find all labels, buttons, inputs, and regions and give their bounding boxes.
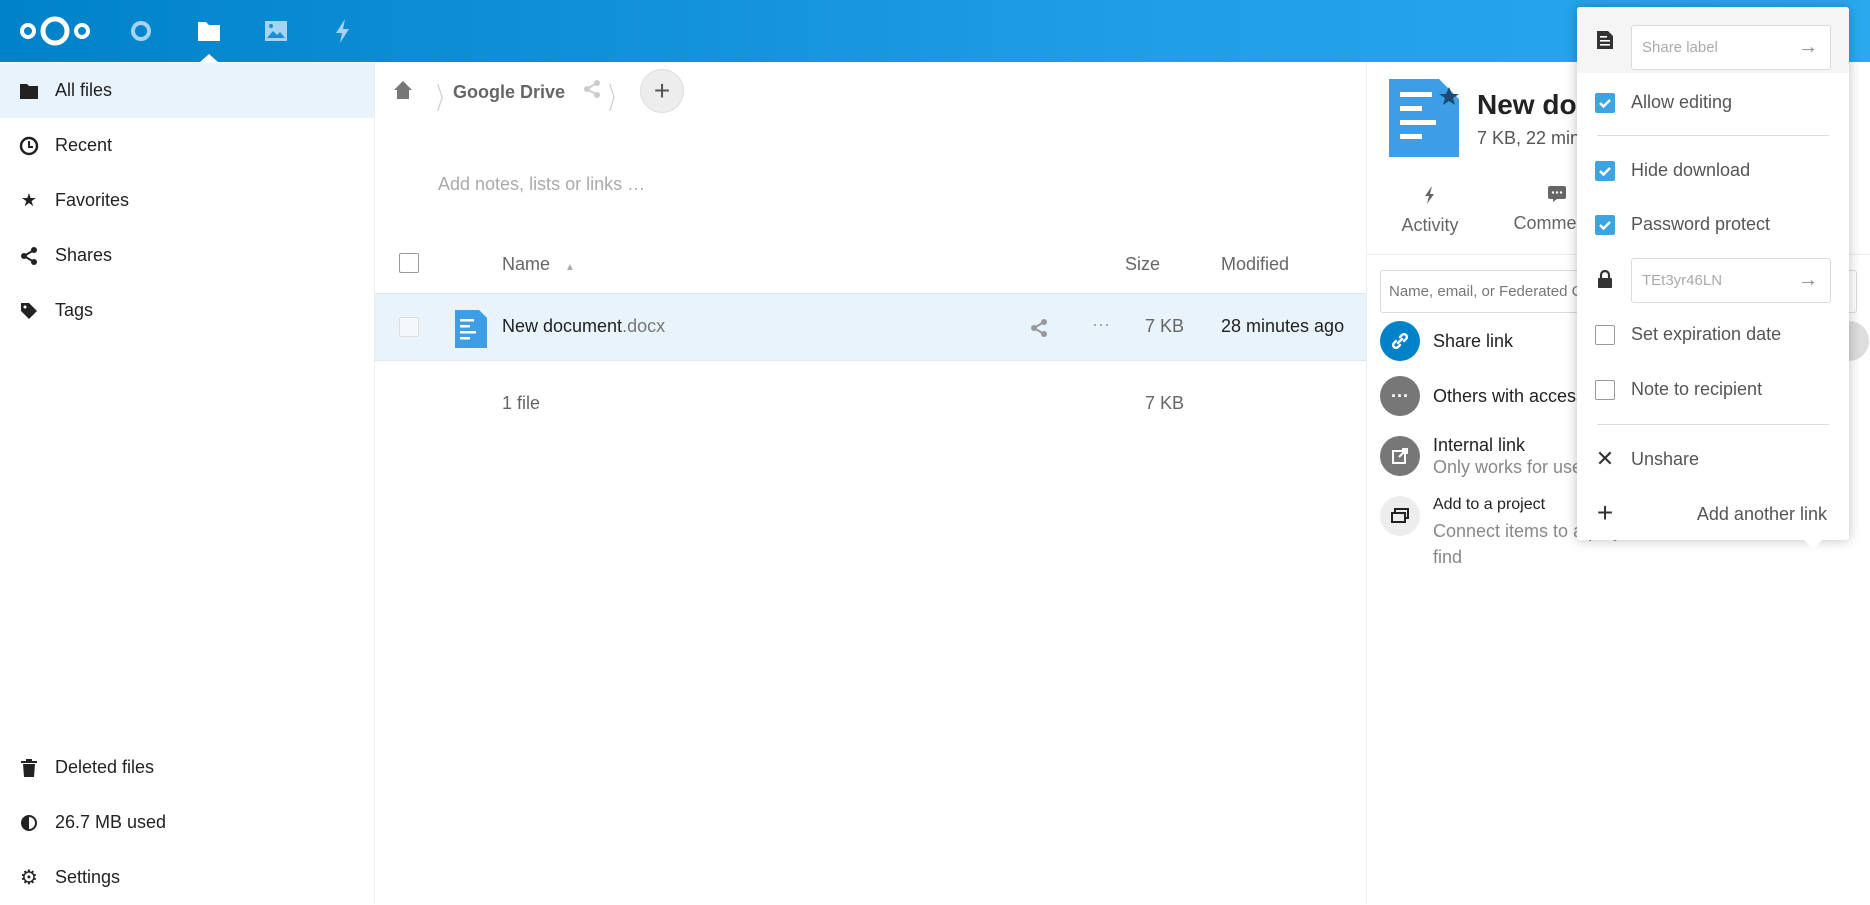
sidebar-item-label: Recent bbox=[55, 135, 113, 155]
summary-size: 7 KB bbox=[1144, 393, 1184, 413]
active-app-indicator bbox=[200, 54, 218, 62]
allow-editing-checkbox[interactable] bbox=[1595, 93, 1615, 113]
internal-link-title[interactable]: Internal link bbox=[1433, 435, 1525, 456]
close-icon: ✕ bbox=[1595, 446, 1615, 471]
password-input[interactable]: TEt3yr46LN → bbox=[1631, 258, 1831, 303]
sidebar-item-all-files[interactable]: All files bbox=[0, 63, 374, 118]
check-icon bbox=[1599, 99, 1611, 109]
arrow-right-icon[interactable]: → bbox=[1798, 269, 1818, 292]
trash-icon bbox=[18, 757, 40, 779]
link-icon bbox=[1380, 321, 1420, 361]
column-modified-header[interactable]: Modified bbox=[1221, 254, 1289, 275]
breadcrumb-google-drive[interactable]: Google Drive bbox=[453, 82, 565, 103]
gear-icon: ⚙ bbox=[20, 867, 38, 889]
column-name-header[interactable]: Name ▲ bbox=[502, 254, 575, 275]
share-label-input[interactable]: Share label → bbox=[1631, 25, 1831, 70]
add-to-project-title[interactable]: Add to a project bbox=[1433, 496, 1545, 514]
rich-workspace-placeholder[interactable]: Add notes, lists or links … bbox=[438, 174, 645, 195]
breadcrumb-separator: 〉 bbox=[436, 83, 452, 116]
expiration-date-label[interactable]: Set expiration date bbox=[1631, 324, 1781, 345]
password-protect-label[interactable]: Password protect bbox=[1631, 214, 1770, 235]
sidebar-item-recent[interactable]: Recent bbox=[0, 118, 374, 173]
add-another-link-button[interactable]: Add another link bbox=[1697, 504, 1827, 525]
breadcrumb-share-icon[interactable] bbox=[583, 80, 601, 103]
sidebar-item-label: 26.7 MB used bbox=[55, 812, 167, 832]
projects-icon bbox=[1380, 496, 1420, 536]
file-row[interactable]: New document.docx ··· 7 KB 28 minutes ag… bbox=[375, 293, 1366, 361]
document-icon bbox=[455, 310, 487, 353]
others-with-access[interactable]: Others with access bbox=[1433, 386, 1585, 407]
select-all-checkbox[interactable] bbox=[399, 253, 419, 273]
hide-download-label[interactable]: Hide download bbox=[1631, 160, 1750, 181]
tag-icon bbox=[18, 300, 40, 322]
sidebar-item-label: Tags bbox=[55, 300, 94, 320]
file-size: 7 KB bbox=[1144, 316, 1184, 336]
sidebar-item-tags[interactable]: Tags bbox=[0, 283, 374, 338]
more-actions-icon[interactable]: ··· bbox=[1092, 314, 1110, 335]
sort-ascending-icon: ▲ bbox=[565, 262, 575, 273]
sidebar-item-label: Deleted files bbox=[55, 757, 155, 777]
nextcloud-logo[interactable] bbox=[17, 16, 93, 46]
file-name[interactable]: New document bbox=[502, 316, 622, 336]
sidebar-item-label: Favorites bbox=[55, 190, 130, 210]
expiration-date-checkbox[interactable] bbox=[1595, 325, 1615, 345]
external-link-icon bbox=[1380, 436, 1420, 476]
more-icon: ··· bbox=[1380, 376, 1420, 416]
share-link-popover: Share label → Allow editing Hide download… bbox=[1577, 7, 1849, 549]
text-file-icon bbox=[1595, 30, 1615, 50]
photos-icon[interactable] bbox=[262, 17, 290, 45]
activity-icon bbox=[1385, 186, 1475, 209]
sidebar-item-settings[interactable]: ⚙ Settings bbox=[0, 850, 374, 905]
check-icon bbox=[1599, 167, 1611, 177]
pie-icon bbox=[18, 812, 40, 834]
clock-icon bbox=[18, 135, 40, 157]
sidebar-item-label: All files bbox=[55, 80, 113, 100]
folder-icon bbox=[18, 80, 40, 102]
sidebar-item-label: Settings bbox=[55, 867, 121, 887]
arrow-right-icon[interactable]: → bbox=[1798, 36, 1818, 59]
sidebar-item-favorites[interactable]: ★ Favorites bbox=[0, 173, 374, 228]
sidebar-item-shares[interactable]: Shares bbox=[0, 228, 374, 283]
sidebar: All files Recent ★ Favorites Shares Tags… bbox=[0, 62, 375, 904]
share-link-label[interactable]: Share link bbox=[1433, 331, 1513, 352]
note-to-recipient-label[interactable]: Note to recipient bbox=[1631, 379, 1762, 400]
column-size-header[interactable]: Size bbox=[1125, 254, 1160, 275]
sidebar-item-quota[interactable]: 26.7 MB used bbox=[0, 795, 374, 850]
file-modified: 28 minutes ago bbox=[1221, 316, 1345, 336]
sidebar-item-deleted-files[interactable]: Deleted files bbox=[0, 740, 374, 795]
files-app-icon[interactable] bbox=[195, 17, 223, 45]
allow-editing-label[interactable]: Allow editing bbox=[1631, 92, 1732, 113]
separator bbox=[1597, 135, 1829, 136]
tab-label: Activity bbox=[1401, 215, 1459, 235]
share-label-row: Share label → bbox=[1577, 7, 1849, 73]
file-list-area: 〉 Google Drive 〉 + Add notes, lists or l… bbox=[375, 62, 1366, 904]
file-checkbox[interactable] bbox=[399, 317, 419, 337]
note-to-recipient-checkbox[interactable] bbox=[1595, 380, 1615, 400]
separator bbox=[1597, 424, 1829, 425]
home-icon[interactable] bbox=[393, 80, 413, 105]
breadcrumb-separator: 〉 bbox=[608, 83, 624, 116]
new-button[interactable]: + bbox=[640, 69, 684, 113]
name-label: Name bbox=[502, 254, 551, 274]
share-icon[interactable] bbox=[1030, 319, 1048, 342]
check-icon bbox=[1599, 221, 1611, 231]
activity-icon[interactable] bbox=[329, 17, 357, 45]
plus-icon: + bbox=[653, 75, 671, 106]
password-value: TEt3yr46LN bbox=[1642, 272, 1723, 289]
document-icon-large bbox=[1389, 79, 1459, 162]
lock-icon bbox=[1595, 269, 1615, 289]
dashboard-icon[interactable] bbox=[127, 17, 155, 45]
popover-arrow bbox=[1803, 539, 1823, 549]
sidebar-item-label: Shares bbox=[55, 245, 113, 265]
hide-download-checkbox[interactable] bbox=[1595, 161, 1615, 181]
share-icon bbox=[18, 245, 40, 267]
tab-activity[interactable]: Activity bbox=[1385, 186, 1475, 236]
unshare-button[interactable]: Unshare bbox=[1631, 449, 1699, 470]
summary-count: 1 file bbox=[502, 393, 541, 413]
star-icon: ★ bbox=[20, 190, 38, 210]
share-label-placeholder: Share label bbox=[1642, 39, 1718, 56]
plus-icon: + bbox=[1596, 497, 1614, 528]
password-protect-checkbox[interactable] bbox=[1595, 215, 1615, 235]
file-extension: .docx bbox=[622, 316, 666, 336]
